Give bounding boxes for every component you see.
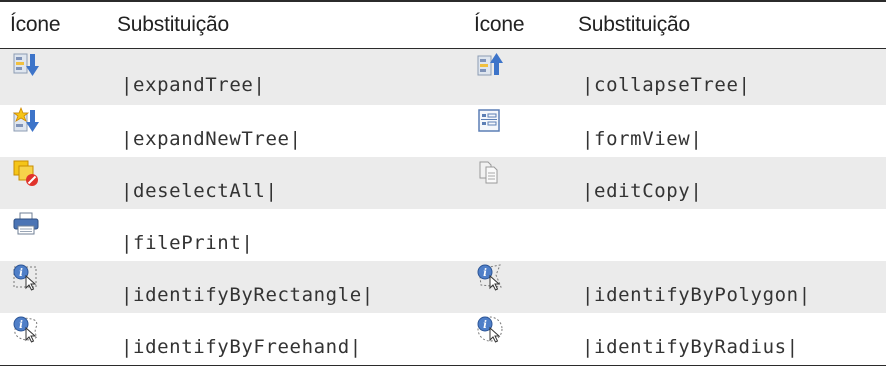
- table-row: i |identifyByRectangle| i |identifyByPol…: [0, 261, 886, 313]
- file-print-icon: [12, 211, 40, 239]
- table-row: |filePrint|: [0, 209, 886, 261]
- deselect-all-icon: [12, 159, 40, 187]
- header-substitution-col-1: Substituição: [117, 12, 230, 36]
- header-icon-col-2: Ícone: [474, 12, 525, 36]
- header-substitution-col-2: Substituição: [578, 12, 691, 36]
- table-row: i |identifyByFreehand| i |identifyByRadi…: [0, 313, 886, 365]
- identify-by-polygon-icon: i: [476, 263, 504, 291]
- svg-text:i: i: [19, 268, 23, 279]
- substitution-text: |collapseTree|: [582, 73, 751, 96]
- svg-text:i: i: [19, 320, 23, 331]
- svg-text:i: i: [483, 268, 487, 279]
- identify-by-freehand-icon: i: [12, 315, 40, 343]
- substitution-text: |expandNewTree|: [121, 128, 302, 150]
- collapse-tree-icon: [476, 51, 504, 79]
- expand-tree-icon: [12, 51, 40, 79]
- form-view-icon: [476, 107, 504, 135]
- substitution-text: |identifyByPolygon|: [582, 284, 811, 306]
- substitution-text: |formView|: [582, 128, 703, 150]
- svg-text:i: i: [483, 320, 487, 331]
- substitution-text: [570, 209, 886, 261]
- edit-copy-icon: [476, 159, 504, 187]
- substitution-text: |identifyByRectangle|: [121, 284, 374, 306]
- identify-by-rectangle-icon: i: [12, 263, 40, 291]
- identify-by-radius-icon: i: [476, 315, 504, 343]
- substitution-text: |identifyByFreehand|: [121, 336, 362, 358]
- header-row: Ícone Substituição Ícone Substituição: [0, 1, 886, 48]
- table-row: |deselectAll| |editCopy|: [0, 157, 886, 209]
- substitution-text: |deselectAll|: [121, 180, 278, 202]
- expand-new-tree-icon: [12, 107, 40, 135]
- header-icon-col-1: Ícone: [10, 12, 61, 36]
- substitution-text: |editCopy|: [582, 180, 703, 202]
- substitution-table: Ícone Substituição Ícone Substituição |e…: [0, 0, 886, 366]
- substitution-text: |expandTree|: [121, 73, 266, 96]
- table-row: |expandNewTree| |formView|: [0, 105, 886, 157]
- substitution-text: |filePrint|: [121, 232, 254, 254]
- table-row: |expandTree| |collapseTree|: [0, 48, 886, 105]
- substitution-text: |identifyByRadius|: [582, 336, 799, 358]
